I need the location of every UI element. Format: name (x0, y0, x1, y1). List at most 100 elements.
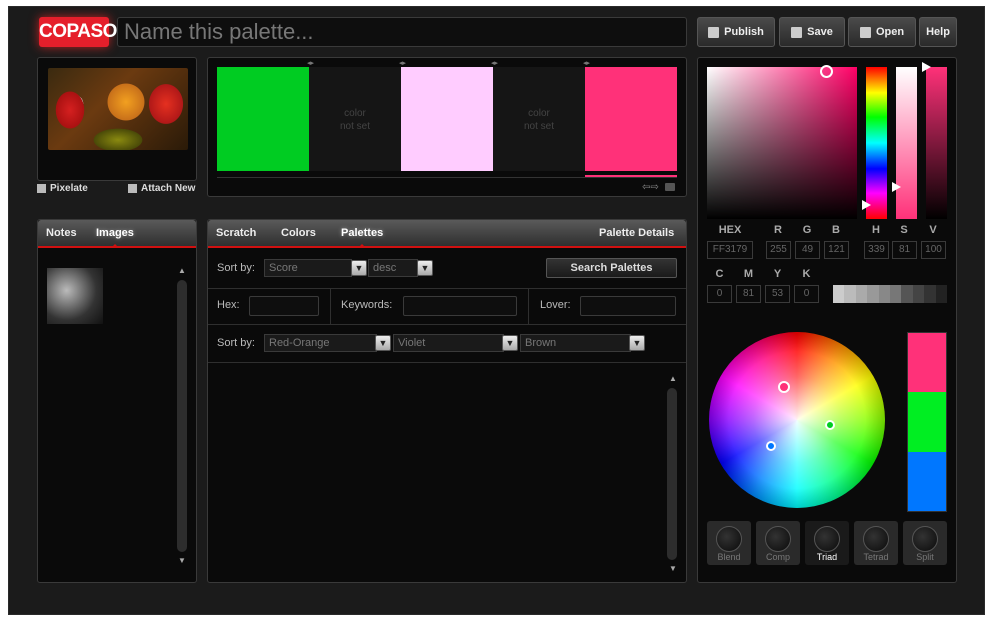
knob-icon (765, 526, 791, 552)
chevron-down-icon[interactable]: ▼ (502, 335, 518, 351)
saturation-value-square[interactable] (707, 67, 857, 219)
notes-images-panel: Notes Images ▲ ▼ (37, 219, 197, 583)
source-image[interactable] (48, 68, 188, 150)
color-wheel[interactable] (709, 332, 885, 508)
grayscale-strip[interactable] (833, 285, 948, 303)
harmony-swatch-column (907, 332, 947, 512)
wheel-handle-primary[interactable] (778, 381, 790, 393)
chevron-down-icon[interactable]: ▼ (417, 260, 433, 276)
tab-palettes[interactable]: Palettes (341, 227, 383, 248)
wheel-handle-secondary[interactable] (825, 420, 835, 430)
harmony-swatch-2[interactable] (908, 392, 946, 452)
sort-by-label: Sort by: (217, 337, 255, 349)
h-label: H (872, 224, 880, 236)
harmony-comp-button[interactable]: Comp (756, 521, 800, 565)
palette-swatch-3[interactable] (401, 67, 493, 171)
scroll-down-icon[interactable]: ▼ (178, 556, 186, 565)
swap-arrows-icon[interactable]: ⇦⇨ (642, 182, 659, 193)
r-value-field[interactable]: 255 (766, 241, 791, 259)
harmony-swatch-3[interactable] (908, 451, 946, 511)
harmony-blend-button[interactable]: Blend (707, 521, 751, 565)
not-set-line2: not set (339, 121, 371, 132)
divider-handle-icon[interactable]: ◂▸ (583, 59, 593, 67)
sort-field-select[interactable]: Score (264, 259, 352, 277)
copaso-logo[interactable]: COPASO (39, 17, 117, 47)
help-button[interactable]: Help (919, 17, 957, 47)
comp-label: Comp (765, 552, 790, 562)
k-label: K (802, 268, 811, 280)
harmony-swatch-1[interactable] (908, 333, 946, 393)
saturation-slider-handle[interactable] (892, 182, 901, 192)
lover-label: Lover: (540, 299, 571, 311)
swatch-baseline (217, 177, 677, 178)
sv-picker-handle[interactable] (820, 65, 833, 78)
divider-handle-icon[interactable]: ◂▸ (307, 59, 317, 67)
value-slider-handle[interactable] (922, 62, 931, 72)
scroll-up-icon[interactable]: ▲ (178, 266, 186, 275)
attach-new-button[interactable]: Attach New (128, 183, 195, 194)
v-value-field[interactable]: 100 (921, 241, 946, 259)
chevron-down-icon[interactable]: ▼ (351, 260, 367, 276)
sort-order-select[interactable]: desc (368, 259, 418, 277)
hue-select-2[interactable]: Violet (393, 334, 504, 352)
selected-swatch-indicator (585, 175, 677, 177)
pixelate-label: Pixelate (50, 183, 88, 194)
hue-slider-handle[interactable] (862, 200, 871, 210)
palette-swatch-5[interactable] (585, 67, 677, 171)
tetrad-label: Tetrad (863, 552, 889, 562)
palette-swatch-1[interactable] (217, 67, 309, 171)
search-palettes-button[interactable]: Search Palettes (546, 258, 677, 278)
m-label: M (743, 268, 754, 280)
pixelate-button[interactable]: Pixelate (37, 183, 88, 194)
publish-button[interactable]: Publish (697, 17, 775, 47)
m-value-field[interactable]: 81 (736, 285, 761, 303)
scroll-down-icon[interactable]: ▼ (669, 564, 677, 573)
hex-label: HEX (718, 224, 742, 236)
images-scrollbar[interactable] (177, 280, 187, 552)
saturation-slider[interactable] (896, 67, 917, 219)
value-slider[interactable] (926, 67, 947, 219)
s-value-field[interactable]: 81 (892, 241, 917, 259)
row-divider (208, 362, 686, 363)
wheel-handle-tertiary[interactable] (766, 441, 776, 451)
attach-new-label: Attach New (141, 183, 196, 194)
tab-colors[interactable]: Colors (281, 227, 316, 239)
h-value-field[interactable]: 339 (864, 241, 889, 259)
pixelate-icon (37, 184, 46, 193)
results-scrollbar[interactable] (667, 388, 677, 560)
palette-swatch-2-empty[interactable]: color not set (309, 67, 401, 171)
hue-slider[interactable] (866, 67, 887, 219)
scroll-up-icon[interactable]: ▲ (669, 374, 677, 383)
palette-swatch-4-empty[interactable]: color not set (493, 67, 585, 171)
hue-select-1[interactable]: Red-Orange (264, 334, 377, 352)
harmony-triad-button[interactable]: Triad (805, 521, 849, 565)
triad-label: Triad (816, 552, 838, 562)
y-value-field[interactable]: 53 (765, 285, 790, 303)
tab-palette-details[interactable]: Palette Details (599, 227, 674, 239)
lover-input[interactable] (580, 296, 676, 316)
attached-image-thumb[interactable] (47, 268, 103, 324)
tab-notes[interactable]: Notes (46, 227, 77, 239)
publish-label: Publish (724, 26, 764, 38)
hue-select-3[interactable]: Brown (520, 334, 631, 352)
b-value-field[interactable]: 121 (824, 241, 849, 259)
palette-name-input[interactable]: Name this palette... (117, 17, 687, 47)
hex-value-field[interactable]: FF3179 (707, 241, 753, 259)
chevron-down-icon[interactable]: ▼ (375, 335, 391, 351)
save-button[interactable]: Save (779, 17, 845, 47)
tab-scratch[interactable]: Scratch (216, 227, 256, 239)
harmony-split-button[interactable]: Split (903, 521, 947, 565)
tab-images[interactable]: Images (96, 227, 134, 248)
c-value-field[interactable]: 0 (707, 285, 732, 303)
g-value-field[interactable]: 49 (795, 241, 820, 259)
hex-input[interactable] (249, 296, 319, 316)
k-value-field[interactable]: 0 (794, 285, 819, 303)
divider-handle-icon[interactable]: ◂▸ (491, 59, 501, 67)
open-button[interactable]: Open (848, 17, 916, 47)
harmony-tetrad-button[interactable]: Tetrad (854, 521, 898, 565)
keywords-input[interactable] (403, 296, 517, 316)
monitor-icon[interactable] (665, 183, 675, 191)
app-window: COPASO Name this palette... Publish Save… (8, 6, 985, 615)
divider-handle-icon[interactable]: ◂▸ (399, 59, 409, 67)
chevron-down-icon[interactable]: ▼ (629, 335, 645, 351)
